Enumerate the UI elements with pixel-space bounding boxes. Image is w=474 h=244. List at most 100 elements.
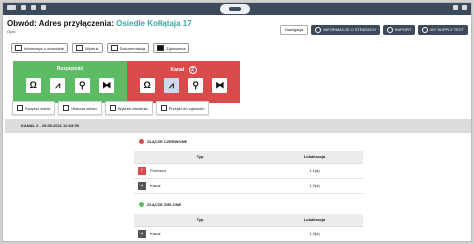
supply-button-label: MY SUPPLY TEXT <box>430 27 464 32</box>
green-status-icon <box>139 202 144 207</box>
circuit-info-label: Informacje o obwodzie <box>24 45 65 51</box>
status-panel-alarm-header: Kanał 2 <box>127 66 240 74</box>
pin-icon[interactable]: ⚲ <box>74 78 90 93</box>
change-history-button[interactable]: Historia zmian <box>58 101 102 115</box>
page-title: Obwód: Adres przyłączenia: Osiedle Kołłą… <box>7 19 192 28</box>
flag-icon <box>157 45 165 51</box>
secondary-toolbar: Rozpisz ścieki Historia zmian Wykres ciś… <box>12 101 210 115</box>
red-status-icon <box>139 139 144 144</box>
top-bar-left-controls <box>7 5 46 10</box>
status-panel-alarm-icons: Ω ⩘ ⚲ ⧓ <box>127 78 240 93</box>
table-row[interactable]: ▪ Kanał 1.3(a) <box>134 226 363 241</box>
event-header: KANAŁ 2 - 25.05.2021 12:03:00 <box>5 119 471 133</box>
cell-location: 1.2(a) <box>266 178 363 194</box>
info-card-icon <box>15 45 22 51</box>
brand-logo <box>220 4 250 14</box>
top-bar <box>3 3 471 15</box>
report-icon <box>386 27 393 33</box>
circuit-info-button[interactable]: Informacje o obwodzie <box>11 43 69 53</box>
go-to-reports-label: Przejdź do zgłoszeń <box>168 105 205 111</box>
home-icon[interactable] <box>31 5 36 10</box>
go-to-reports-button[interactable]: Przejdź do zgłoszeń <box>155 101 210 115</box>
top-bar-right-controls <box>453 5 467 10</box>
pressure-chart-label: Wykres ciśnienia <box>117 105 148 111</box>
navigation-button-label: Nawigacja <box>284 27 304 32</box>
user-icon[interactable] <box>453 5 458 10</box>
valve-icon[interactable]: ⧓ <box>99 78 115 93</box>
history-icon <box>63 105 70 111</box>
cell-location: 1.1(a) <box>266 163 363 179</box>
menu-icon[interactable] <box>7 5 16 10</box>
reports-button[interactable]: Zgłoszenia <box>153 43 190 53</box>
cell-type-text: Kanał <box>150 230 161 236</box>
split-sewage-label: Rozpisz ścieki <box>25 105 51 111</box>
print-button[interactable]: Wydruk <box>72 43 103 53</box>
table-header-row: Typ Lokalizacja <box>134 214 363 227</box>
graph-icon <box>109 105 116 111</box>
chart-icon[interactable]: ⩘ <box>50 78 66 93</box>
document-icon <box>110 45 118 51</box>
omega-icon[interactable]: Ω <box>25 78 41 93</box>
section-green-title: ZŁĄCZE ZIELONE <box>147 202 182 207</box>
list-icon <box>17 105 23 111</box>
cell-type: ▪ Kanał <box>134 226 266 241</box>
settings-icon <box>422 27 429 33</box>
channel-square-icon: ▪ <box>138 229 146 238</box>
section-red-title: ZŁĄCZE CZERWONE <box>147 139 188 144</box>
report-button-label: RAPORT <box>394 27 412 32</box>
loss-info-button[interactable]: INFORMACJE O STRATACH <box>311 25 380 35</box>
omega-icon[interactable]: Ω <box>139 78 155 93</box>
column-header-location: Lokalizacja <box>266 151 363 164</box>
status-panel-alarm-label: Kanał <box>170 67 185 73</box>
column-header-location: Lokalizacja <box>266 214 363 227</box>
pressure-chart-button[interactable]: Wykres ciśnienia <box>104 101 153 115</box>
status-panel-ok: Rozpiętość Ω ⩘ ⚲ ⧓ <box>13 61 127 103</box>
title-main: Adres przyłączenia: <box>38 19 114 28</box>
chart-icon[interactable]: ⩘ <box>163 78 179 93</box>
loss-info-button-label: INFORMACJE O STRATACH <box>323 27 376 32</box>
title-address: Osiedle Kołłątaja 17 <box>116 19 192 28</box>
cell-type-text: Kanał <box>150 182 161 188</box>
status-panel-ok-label: Rozpiętość <box>56 66 84 72</box>
column-header-type: Typ <box>134 151 266 164</box>
report-button[interactable]: RAPORT <box>382 25 416 35</box>
alert-square-icon: ! <box>138 166 146 175</box>
window-icon <box>160 105 167 111</box>
print-icon <box>76 45 84 51</box>
table-row[interactable]: ! Przewód 1.1(a) <box>134 163 363 179</box>
alarm-count-badge: 2 <box>188 66 197 74</box>
app-window: Obwód: Adres przyłączenia: Osiedle Kołłą… <box>2 2 472 242</box>
documentation-button[interactable]: Dokumentacja <box>106 43 150 53</box>
valve-icon[interactable]: ⧓ <box>212 78 228 93</box>
status-panel-ok-icons: Ω ⩘ ⚲ ⧓ <box>13 78 127 93</box>
page-subtitle: Opis: <box>7 29 17 34</box>
cell-type-text: Przewód <box>150 167 166 173</box>
cell-type: ! Przewód <box>134 163 266 179</box>
cell-location: 1.3(a) <box>266 226 363 241</box>
cell-type: ▪ Kanał <box>134 178 266 194</box>
channel-square-icon: ▪ <box>138 181 146 190</box>
section-green-table: Typ Lokalizacja ▪ Kanał 1.3(a) <box>134 214 363 241</box>
title-label: Obwód: <box>7 19 37 28</box>
split-sewage-button[interactable]: Rozpisz ścieki <box>12 101 56 115</box>
section-red-table: Typ Lokalizacja ! Przewód 1.1(a) ▪ Kanał… <box>134 151 363 194</box>
search-icon[interactable] <box>21 5 26 10</box>
settings-icon[interactable] <box>462 5 467 10</box>
main-toolbar: Informacje o obwodzie Wydruk Dokumentacj… <box>11 43 190 53</box>
print-label: Wydruk <box>85 45 99 51</box>
table-row[interactable]: ▪ Kanał 1.2(a) <box>134 178 363 194</box>
supply-button[interactable]: MY SUPPLY TEXT <box>418 25 468 35</box>
documentation-label: Dokumentacja <box>119 45 146 51</box>
section-green-header: ZŁĄCZE ZIELONE <box>139 202 181 207</box>
pin-icon[interactable]: ⚲ <box>188 78 204 93</box>
navigation-button[interactable]: Nawigacja <box>279 25 309 35</box>
section-red-header: ZŁĄCZE CZERWONE <box>139 139 187 144</box>
reports-label: Zgłoszenia <box>166 45 186 51</box>
change-history-label: Historia zmian <box>71 105 97 111</box>
header-actions: Nawigacja INFORMACJE O STRATACH RAPORT M… <box>279 25 468 35</box>
alert-icon[interactable] <box>41 5 46 10</box>
info-icon <box>315 27 322 33</box>
table-header-row: Typ Lokalizacja <box>134 151 363 164</box>
status-panel-alarm: Kanał 2 Ω ⩘ ⚲ ⧓ <box>127 61 240 103</box>
column-header-type: Typ <box>134 214 266 227</box>
